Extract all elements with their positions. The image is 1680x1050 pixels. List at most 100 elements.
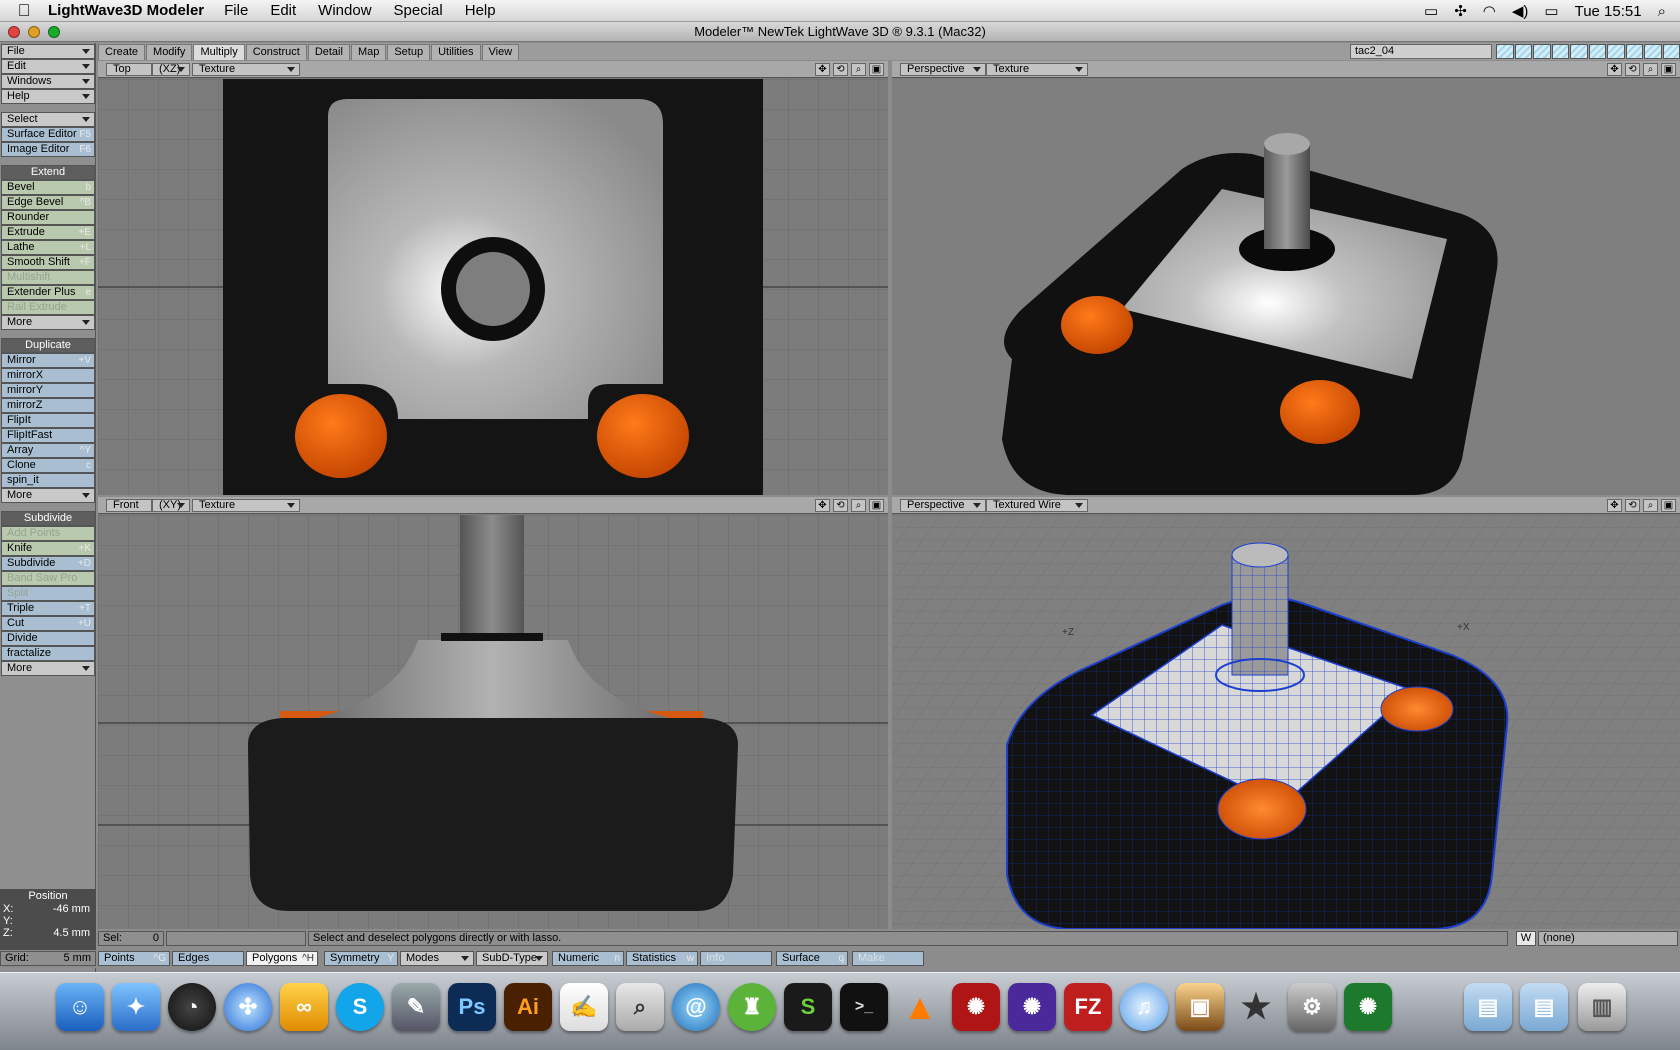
view-type-select[interactable]: Perspective xyxy=(900,499,986,512)
viewport-canvas[interactable] xyxy=(892,79,1680,495)
viewport-canvas[interactable] xyxy=(98,79,888,495)
cut-button[interactable]: Cut +U xyxy=(1,616,95,631)
extend-more-button[interactable]: More xyxy=(1,315,95,330)
system-preferences-icon[interactable]: ⚙ xyxy=(1288,983,1336,1031)
spotlight-icon[interactable]: ⌕ xyxy=(1658,3,1666,20)
spin-it-button[interactable]: spin_it xyxy=(1,473,95,488)
layer-select[interactable]: tac2_04 xyxy=(1350,44,1492,59)
mirror-button[interactable]: Mirror +V xyxy=(1,353,95,368)
terminal-icon[interactable]: >_ xyxy=(840,983,888,1031)
mirrory-button[interactable]: mirrorY xyxy=(1,383,95,398)
iphoto-icon[interactable]: ▣ xyxy=(1176,983,1224,1031)
maximize-view-icon[interactable]: ▣ xyxy=(1661,499,1676,512)
spaces-icon[interactable]: ✣ xyxy=(1454,2,1467,20)
view-type-select[interactable]: Front xyxy=(106,499,152,512)
render-mode-select[interactable]: Texture xyxy=(192,499,300,512)
illustrator-icon[interactable]: Ai xyxy=(504,983,552,1031)
zoom-view-icon[interactable]: ⌕ xyxy=(1643,63,1658,76)
menu-edit[interactable]: Edit xyxy=(270,2,296,19)
layer-button[interactable] xyxy=(1662,44,1680,59)
points-mode-button[interactable]: Points ^G xyxy=(98,951,170,966)
fractalize-button[interactable]: fractalize xyxy=(1,646,95,661)
safari-spiral-icon[interactable]: @ xyxy=(672,983,720,1031)
triple-button[interactable]: Triple +T xyxy=(1,601,95,616)
edit-menu-button[interactable]: Edit xyxy=(1,59,95,74)
bevel-button[interactable]: Bevel b xyxy=(1,180,95,195)
rotate-view-icon[interactable]: ⟲ xyxy=(1625,499,1640,512)
view-type-select[interactable]: Perspective xyxy=(900,63,986,76)
layer-button[interactable] xyxy=(1533,44,1551,59)
extender-plus-button[interactable]: Extender Plus e xyxy=(1,285,95,300)
wireframe-w-button[interactable]: W xyxy=(1516,931,1536,946)
lightwave-hub-icon[interactable]: ✺ xyxy=(1344,983,1392,1031)
apple-icon[interactable]:  xyxy=(0,1,48,21)
smooth-shift-button[interactable]: Smooth Shift +F xyxy=(1,255,95,270)
knife-button[interactable]: Knife +K xyxy=(1,541,95,556)
edge-bevel-button[interactable]: Edge Bevel ^B xyxy=(1,195,95,210)
help-menu-button[interactable]: Help xyxy=(1,89,95,104)
tab-create[interactable]: Create xyxy=(98,44,146,60)
multishift-button[interactable]: Multishift xyxy=(1,270,95,285)
filezilla-icon[interactable]: FZ xyxy=(1064,983,1112,1031)
app-name-menu[interactable]: LightWave3D Modeler xyxy=(48,2,204,19)
subdivide-button[interactable]: Subdivide +D xyxy=(1,556,95,571)
zoom-view-icon[interactable]: ⌕ xyxy=(851,499,866,512)
layer-button[interactable] xyxy=(1551,44,1569,59)
lathe-button[interactable]: Lathe +L xyxy=(1,240,95,255)
flipit-button[interactable]: FlipIt xyxy=(1,413,95,428)
make-button[interactable]: Make xyxy=(852,951,924,966)
layer-button[interactable] xyxy=(1570,44,1588,59)
zoom-window-icon[interactable] xyxy=(48,26,60,38)
surface-select[interactable]: (none) xyxy=(1538,931,1678,946)
select-menu-button[interactable]: Select xyxy=(1,112,95,127)
subd-type-menu[interactable]: SubD-Type xyxy=(476,951,548,966)
array-button[interactable]: Array ^Y xyxy=(1,443,95,458)
menu-special[interactable]: Special xyxy=(394,2,443,19)
render-mode-select[interactable]: Textured Wire xyxy=(986,499,1088,512)
duplicate-more-button[interactable]: More xyxy=(1,488,95,503)
rotate-view-icon[interactable]: ⟲ xyxy=(833,63,848,76)
viewport-perspective[interactable]: Perspective Texture ✥ ⟲ ⌕ ▣ xyxy=(892,61,1680,495)
trash-icon[interactable]: ▥ xyxy=(1578,983,1626,1031)
subdivide-more-button[interactable]: More xyxy=(1,661,95,676)
view-axes-select[interactable]: (XY) xyxy=(152,499,190,512)
add-points-button[interactable]: Add Points xyxy=(1,526,95,541)
tab-detail[interactable]: Detail xyxy=(307,44,350,60)
tab-construct[interactable]: Construct xyxy=(245,44,307,60)
render-mode-select[interactable]: Texture xyxy=(192,63,300,76)
zoom-view-icon[interactable]: ⌕ xyxy=(1643,499,1658,512)
tab-multiply[interactable]: Multiply xyxy=(193,44,245,60)
file-menu-button[interactable]: File xyxy=(1,44,95,59)
itunes-icon[interactable]: ♫ xyxy=(1120,983,1168,1031)
view-type-select[interactable]: Top xyxy=(106,63,152,76)
rotate-view-icon[interactable]: ⟲ xyxy=(1625,63,1640,76)
tab-setup[interactable]: Setup xyxy=(387,44,431,60)
viewport-canvas[interactable]: +Z +X xyxy=(892,515,1680,929)
polygons-mode-button[interactable]: Polygons ^H xyxy=(246,951,318,966)
evernote-icon[interactable]: ♜ xyxy=(728,983,776,1031)
menu-file[interactable]: File xyxy=(224,2,248,19)
imovie-icon[interactable]: ★ xyxy=(1232,983,1280,1031)
skype-icon[interactable]: S xyxy=(336,983,384,1031)
menu-window[interactable]: Window xyxy=(318,2,371,19)
minimize-window-icon[interactable] xyxy=(28,26,40,38)
folder-icon[interactable]: ▤ xyxy=(1464,983,1512,1031)
textedit-icon[interactable]: ✍ xyxy=(560,983,608,1031)
render-mode-select[interactable]: Texture xyxy=(986,63,1088,76)
move-view-icon[interactable]: ✥ xyxy=(1607,63,1622,76)
tab-map[interactable]: Map xyxy=(350,44,387,60)
layer-button[interactable] xyxy=(1496,44,1514,59)
edges-mode-button[interactable]: Edges xyxy=(172,951,244,966)
lightwave-layout-icon[interactable]: ✺ xyxy=(952,983,1000,1031)
tab-utilities[interactable]: Utilities xyxy=(431,44,481,60)
numeric-button[interactable]: Numeric n xyxy=(552,951,624,966)
statistics-button[interactable]: Statistics w xyxy=(626,951,698,966)
bridge-icon[interactable]: ∞ xyxy=(280,983,328,1031)
info-button[interactable]: Info xyxy=(700,951,772,966)
band-saw-pro-button[interactable]: Band Saw Pro xyxy=(1,571,95,586)
z-value[interactable]: 4.5 mm xyxy=(53,927,90,939)
layer-button[interactable] xyxy=(1625,44,1643,59)
viewport-canvas[interactable] xyxy=(98,515,888,929)
split-button[interactable]: Split xyxy=(1,586,95,601)
rotate-view-icon[interactable]: ⟲ xyxy=(833,499,848,512)
